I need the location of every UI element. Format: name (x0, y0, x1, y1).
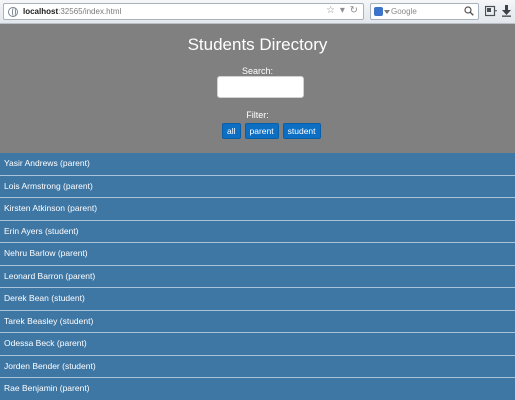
download-icon[interactable] (501, 5, 512, 17)
directory-header: Students Directory Search: Filter: all p… (0, 24, 515, 153)
chevron-down-icon[interactable] (384, 10, 390, 14)
search-engine-icon[interactable] (374, 7, 383, 16)
url-path: :32565/index.html (58, 7, 122, 16)
filter-parent-button[interactable]: parent (244, 123, 279, 139)
list-item[interactable]: Erin Ayers (student) (0, 220, 515, 243)
bookmarks-menu-icon[interactable] (485, 5, 497, 17)
address-bar[interactable]: localhost:32565/index.html ☆ ▾ ↻ (3, 3, 364, 20)
list-item[interactable]: Leonard Barron (parent) (0, 265, 515, 288)
filter-all-button[interactable]: all (222, 123, 241, 139)
browser-search-placeholder: Google (391, 7, 417, 16)
browser-search-box[interactable]: Google (370, 3, 479, 20)
list-item[interactable]: Derek Bean (student) (0, 288, 515, 311)
url-text[interactable]: localhost:32565/index.html (23, 7, 121, 16)
filter-buttons: all parent student (222, 123, 321, 139)
filter-label: Filter: (246, 110, 269, 120)
filter-student-button[interactable]: student (282, 123, 321, 139)
magnifier-icon[interactable] (464, 6, 474, 16)
student-list: Yasir Andrews (parent) Lois Armstrong (p… (0, 153, 515, 400)
list-item[interactable]: Tarek Beasley (student) (0, 310, 515, 333)
list-item[interactable]: Rae Benjamin (parent) (0, 378, 515, 400)
bookmark-star-icon[interactable]: ☆ ▾ ↻ (326, 5, 359, 16)
search-label: Search: (241, 66, 274, 76)
list-item[interactable]: Lois Armstrong (parent) (0, 175, 515, 198)
globe-icon (8, 7, 18, 17)
list-item[interactable]: Kirsten Atkinson (parent) (0, 198, 515, 221)
list-item[interactable]: Yasir Andrews (parent) (0, 153, 515, 176)
url-host: localhost (23, 7, 59, 16)
list-item[interactable]: Nehru Barlow (parent) (0, 243, 515, 266)
page-title: Students Directory (187, 35, 328, 54)
list-item[interactable]: Odessa Beck (parent) (0, 333, 515, 356)
browser-toolbar: localhost:32565/index.html ☆ ▾ ↻ Google (0, 0, 515, 24)
list-item[interactable]: Jorden Bender (student) (0, 355, 515, 378)
search-input[interactable] (217, 76, 304, 98)
